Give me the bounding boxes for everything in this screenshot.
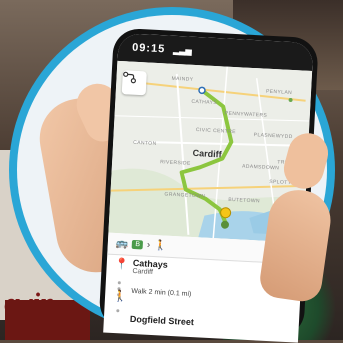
chevron-right-icon: ›	[146, 239, 151, 251]
map-label: PENYLAN	[265, 88, 293, 97]
walk-icon: 🚶	[112, 289, 128, 303]
walk-icon: 🚶	[153, 240, 167, 252]
status-time: 09:15	[131, 41, 166, 56]
red-sign	[5, 300, 90, 340]
city-label: Cardiff	[192, 147, 222, 160]
location-pin-icon: 📍	[114, 258, 129, 271]
route-icon	[123, 71, 136, 84]
map-label: CANTON	[132, 139, 157, 148]
bus-icon: 🚌	[115, 238, 129, 250]
bus-route-badge: B	[132, 239, 144, 250]
map-label: MAINDY	[171, 75, 194, 83]
map-label: CATHAYS	[191, 98, 218, 107]
route-options-button[interactable]	[121, 70, 147, 96]
signal-icon: ▂▃▅	[173, 45, 192, 56]
